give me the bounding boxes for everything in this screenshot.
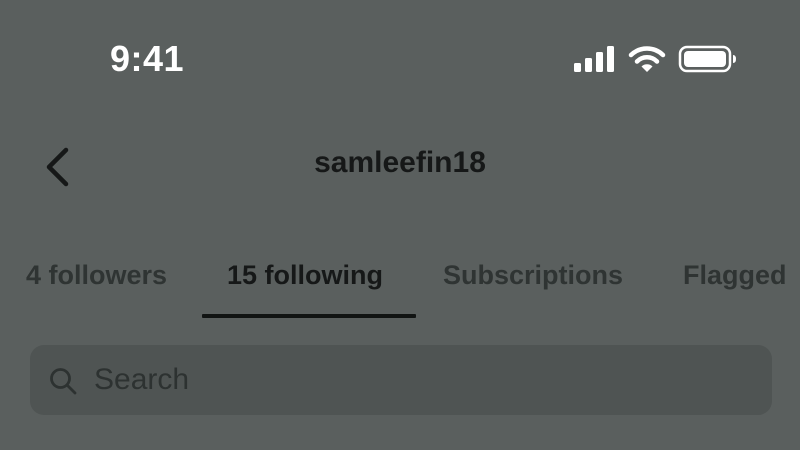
search-input[interactable]	[94, 345, 754, 415]
page-title: samleefin18	[314, 146, 486, 179]
wifi-icon	[628, 46, 666, 72]
app-screen: 9:41 samleefin18 4 followers 15 followin…	[0, 0, 800, 450]
cellular-signal-icon	[574, 46, 614, 72]
status-time: 9:41	[110, 38, 185, 79]
tab-bar: 4 followers 15 following Subscriptions F…	[0, 255, 800, 321]
tab-following[interactable]: 15 following	[227, 255, 383, 321]
tab-followers[interactable]: 4 followers	[26, 255, 167, 321]
search-bar[interactable]	[30, 345, 772, 415]
battery-icon	[678, 45, 736, 73]
tab-flagged[interactable]: Flagged	[683, 255, 787, 321]
search-icon	[50, 368, 77, 395]
tab-subscriptions[interactable]: Subscriptions	[443, 255, 623, 321]
active-tab-indicator	[202, 314, 416, 318]
